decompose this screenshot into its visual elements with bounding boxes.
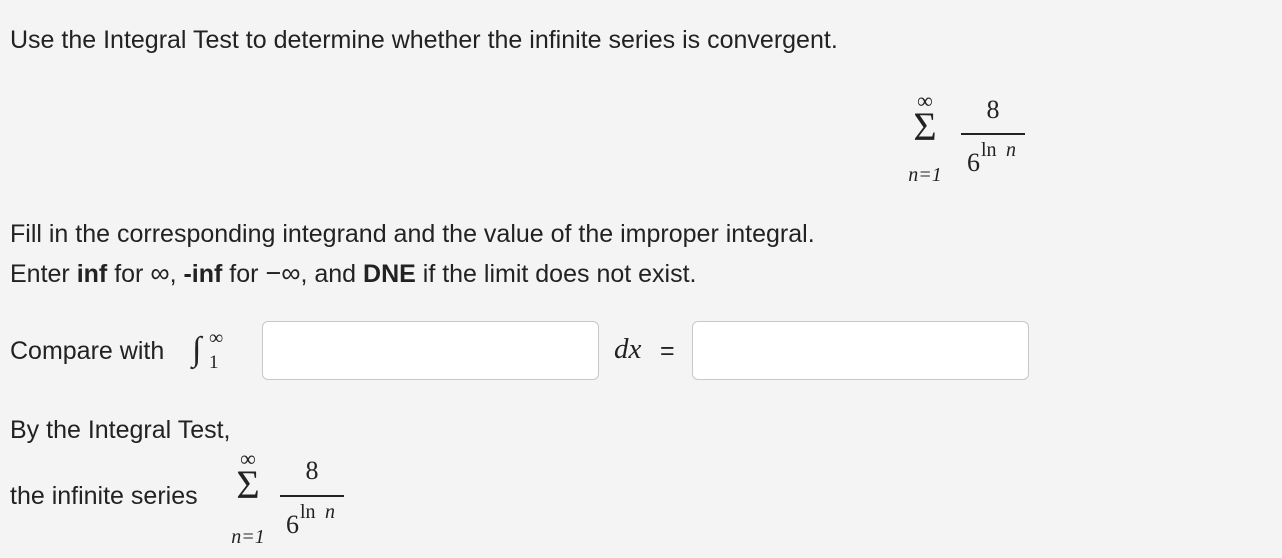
denominator-base: 6: [967, 148, 980, 177]
sum-lower-limit: n=1: [231, 526, 265, 548]
sum-lower-limit: n=1: [908, 164, 942, 186]
compare-label: Compare with: [10, 337, 165, 365]
integral-sign: ∫: [192, 331, 202, 368]
denominator-exponent-var: n: [325, 501, 335, 523]
instr-and: , and: [300, 260, 364, 288]
instructions-line1: Fill in the corresponding integrand and …: [10, 220, 815, 248]
equals-sign: =: [660, 337, 675, 365]
instr-neginf-keyword: -inf: [183, 260, 223, 288]
denominator-exponent-fn: ln: [981, 139, 997, 161]
integral-value-input[interactable]: [692, 321, 1029, 380]
infinity-symbol: ∞: [150, 258, 170, 288]
integral-upper-limit: ∞: [209, 327, 224, 349]
instr-dne-keyword: DNE: [363, 260, 416, 288]
fraction-bar: [280, 495, 344, 497]
instr-tail: if the limit does not exist.: [415, 260, 697, 288]
instr-comma1: ,: [169, 260, 184, 288]
instr-for1: for: [107, 260, 151, 288]
fraction-denominator: 6 ln n: [963, 138, 1027, 177]
denominator-base: 6: [286, 510, 299, 539]
fraction-denominator: 6 ln n: [282, 500, 346, 539]
denominator-exponent-fn: ln: [300, 501, 316, 523]
conclusion-series-expression: ∞ Σ n=1 8 6 ln n: [228, 448, 358, 548]
series-label: the infinite series: [10, 482, 198, 510]
integral-lower-limit: 1: [209, 352, 219, 373]
instr-inf-keyword: inf: [76, 260, 108, 288]
dx-label: dx: [614, 333, 642, 365]
instr-enter: Enter: [10, 260, 77, 288]
instructions-line2: Enter inf for ∞, -inf for −∞, and DNE if…: [10, 258, 697, 289]
conclusion-heading: By the Integral Test,: [10, 416, 231, 444]
sigma-symbol: Σ: [913, 104, 937, 149]
integrand-input[interactable]: [262, 321, 599, 380]
sigma-symbol: Σ: [236, 462, 260, 507]
question-intro: Use the Integral Test to determine wheth…: [10, 26, 838, 54]
denominator-exponent-var: n: [1006, 139, 1016, 161]
series-expression: ∞ Σ n=1 8 6 ln n: [905, 90, 1035, 190]
fraction-bar: [961, 133, 1025, 135]
fraction-numerator: 8: [986, 95, 1000, 124]
integral-expression: ∫ ∞ 1: [192, 326, 242, 376]
neg-infinity-symbol: −∞: [265, 258, 301, 288]
instr-for2: for: [222, 260, 266, 288]
fraction-numerator: 8: [305, 456, 319, 485]
